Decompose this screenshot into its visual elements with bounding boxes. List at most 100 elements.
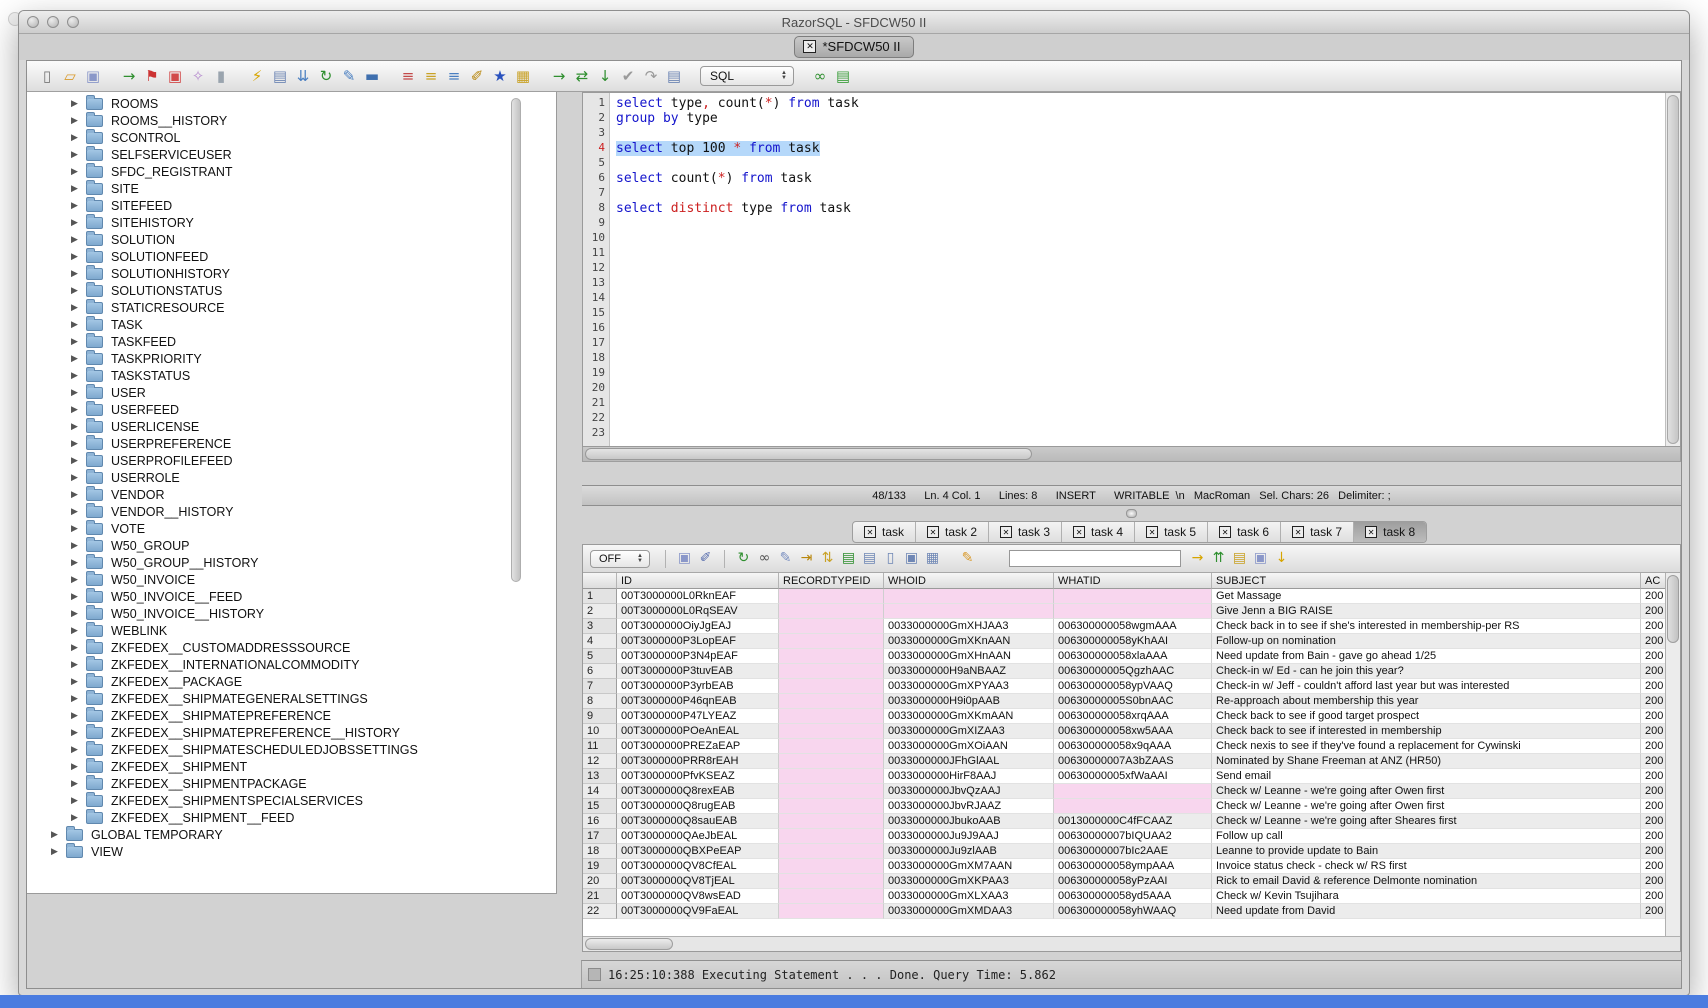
tree-item-zkfedex-customaddresssource[interactable]: ▶ZKFEDEX__CUSTOMADDRESSSOURCE xyxy=(27,639,556,656)
copy-results-icon[interactable]: ▣ xyxy=(902,549,921,568)
disclosure-triangle-icon[interactable]: ▶ xyxy=(71,149,86,160)
tree-item-zkfedex-shipmentspecialservices[interactable]: ▶ZKFEDEX__SHIPMENTSPECIALSERVICES xyxy=(27,792,556,809)
editor-vscroll-thumb[interactable] xyxy=(1667,95,1679,444)
tree-item-vendor[interactable]: ▶VENDOR xyxy=(27,486,556,503)
tab-close-icon[interactable]: ✕ xyxy=(1073,526,1085,538)
disclosure-triangle-icon[interactable]: ▶ xyxy=(71,455,86,466)
edit-sql-icon[interactable]: ✐ xyxy=(467,66,487,86)
code-line[interactable] xyxy=(616,366,1665,381)
disclosure-triangle-icon[interactable]: ▶ xyxy=(71,132,86,143)
tab-close-icon[interactable]: ✕ xyxy=(1292,526,1304,538)
code-line[interactable] xyxy=(616,291,1665,306)
table-row[interactable]: 1500T3000000Q8rugEAB0033000000JbvRJAAZCh… xyxy=(583,799,1665,814)
sort-columns-icon[interactable]: ⇅ xyxy=(818,549,837,568)
tree-item-selfserviceuser[interactable]: ▶SELFSERVICEUSER xyxy=(27,146,556,163)
disclosure-triangle-icon[interactable]: ▶ xyxy=(71,336,86,347)
disclosure-triangle-icon[interactable]: ▶ xyxy=(71,234,86,245)
foreign-key-lookup-icon[interactable]: ⇥ xyxy=(797,549,816,568)
disclosure-triangle-icon[interactable]: ▶ xyxy=(71,98,86,109)
close-window-icon[interactable] xyxy=(27,16,39,28)
tree-item-sfdc-registrant[interactable]: ▶SFDC_REGISTRANT xyxy=(27,163,556,180)
tree-item-userfeed[interactable]: ▶USERFEED xyxy=(27,401,556,418)
disclosure-triangle-icon[interactable]: ▶ xyxy=(71,285,86,296)
title-bar[interactable]: RazorSQL - SFDCW50 II xyxy=(19,11,1689,34)
code-line[interactable] xyxy=(616,351,1665,366)
tree-item-sitefeed[interactable]: ▶SITEFEED xyxy=(27,197,556,214)
view-page-icon[interactable]: ▯ xyxy=(881,549,900,568)
result-tab-task[interactable]: ✕task xyxy=(853,522,915,542)
tab-close-icon[interactable]: ✕ xyxy=(1219,526,1231,538)
column-header-whatid[interactable]: WHATID xyxy=(1054,573,1212,589)
table-row[interactable]: 100T3000000L0RknEAFGet Massage200 xyxy=(583,589,1665,604)
code-line[interactable] xyxy=(616,246,1665,261)
editor-vertical-scrollbar[interactable] xyxy=(1665,93,1680,446)
splitter-grip-icon[interactable] xyxy=(1126,509,1137,518)
disclosure-triangle-icon[interactable]: ▶ xyxy=(71,438,86,449)
describe-icon[interactable]: ▤ xyxy=(270,66,290,86)
edit-cell-icon[interactable]: ✎ xyxy=(776,549,795,568)
tab-close-icon[interactable]: ✕ xyxy=(1146,526,1158,538)
refresh-results-icon[interactable]: ↻ xyxy=(734,549,753,568)
table-row[interactable]: 700T3000000P3yrbEAB0033000000GmXPYAA3006… xyxy=(583,679,1665,694)
tree-item-global-temporary[interactable]: ▶GLOBAL TEMPORARY xyxy=(27,826,556,843)
code-line[interactable] xyxy=(616,156,1665,171)
table-row[interactable]: 400T3000000P3LopEAF0033000000GmXKnAAN006… xyxy=(583,634,1665,649)
code-line[interactable] xyxy=(616,306,1665,321)
sidebar-scrollbar[interactable] xyxy=(511,98,521,582)
row-limit-dropdown[interactable]: OFF ▲▼ xyxy=(590,550,650,568)
disclosure-triangle-icon[interactable]: ▶ xyxy=(71,523,86,534)
save-file-icon[interactable]: ▣ xyxy=(83,66,103,86)
copy-connection-icon[interactable]: ▣ xyxy=(165,66,185,86)
tree-item-solutionfeed[interactable]: ▶SOLUTIONFEED xyxy=(27,248,556,265)
tab-close-icon[interactable]: ✕ xyxy=(1365,526,1377,538)
table-row[interactable]: 2000T3000000QV8TjEAL0033000000GmXKPAA300… xyxy=(583,874,1665,889)
tree-item-zkfedex-package[interactable]: ▶ZKFEDEX__PACKAGE xyxy=(27,673,556,690)
table-row[interactable]: 1600T3000000Q8sauEAB0033000000JbukoAAB00… xyxy=(583,814,1665,829)
tree-item-userrole[interactable]: ▶USERROLE xyxy=(27,469,556,486)
disclosure-triangle-icon[interactable]: ▶ xyxy=(71,642,86,653)
table-row[interactable]: 2100T3000000QV8wsEAD0033000000GmXLXAA300… xyxy=(583,889,1665,904)
table-editor-icon[interactable]: ▦ xyxy=(513,66,533,86)
code-line[interactable] xyxy=(616,381,1665,396)
generate-sql-icon[interactable]: ▤ xyxy=(1230,549,1249,568)
result-tab-task-6[interactable]: ✕task 6 xyxy=(1207,522,1280,542)
table-row[interactable]: 300T3000000OiyJgEAJ0033000000GmXHJAA3006… xyxy=(583,619,1665,634)
code-line[interactable] xyxy=(616,321,1665,336)
execute-lightning-icon[interactable]: ⚡ xyxy=(247,66,267,86)
export-results-icon[interactable]: ⇈ xyxy=(1209,549,1228,568)
table-row[interactable]: 1900T3000000QV8CfEAL0033000000GmXM7AAN00… xyxy=(583,859,1665,874)
vertical-splitter[interactable] xyxy=(557,92,582,952)
execute-fetch-icon[interactable]: ↓ xyxy=(595,66,615,86)
save-data-icon[interactable]: ▣ xyxy=(1251,549,1270,568)
table-row[interactable]: 1100T3000000PREZaEAP0033000000GmXOiAAN00… xyxy=(583,739,1665,754)
refresh-icon[interactable]: ↻ xyxy=(316,66,336,86)
table-row[interactable]: 1800T3000000QBXPeEAP0033000000Ju9zlAAB00… xyxy=(583,844,1665,859)
code-line[interactable] xyxy=(616,261,1665,276)
disclosure-triangle-icon[interactable]: ▶ xyxy=(71,591,86,602)
tab-close-icon[interactable]: ✕ xyxy=(864,526,876,538)
table-row[interactable]: 200T3000000L0RqSEAVGive Jenn a BIG RAISE… xyxy=(583,604,1665,619)
tree-item-zkfedex-shipment-feed[interactable]: ▶ZKFEDEX__SHIPMENT__FEED xyxy=(27,809,556,826)
reload-results-icon[interactable]: ▤ xyxy=(839,549,858,568)
disclosure-triangle-icon[interactable]: ▶ xyxy=(71,574,86,585)
disclosure-triangle-icon[interactable]: ▶ xyxy=(71,489,86,500)
tree-item-solutionstatus[interactable]: ▶SOLUTIONSTATUS xyxy=(27,282,556,299)
indent-icon[interactable]: ≡ xyxy=(444,66,464,86)
describe-table-icon[interactable]: ▤ xyxy=(860,549,879,568)
table-row[interactable]: 500T3000000P3N4pEAF0033000000GmXHnAAN006… xyxy=(583,649,1665,664)
disclosure-triangle-icon[interactable]: ▶ xyxy=(71,115,86,126)
disclosure-triangle-icon[interactable]: ▶ xyxy=(71,557,86,568)
commit-check-icon[interactable]: ✔ xyxy=(618,66,638,86)
table-hscroll-thumb[interactable] xyxy=(585,938,673,950)
disclosure-triangle-icon[interactable]: ▶ xyxy=(71,387,86,398)
edit-table-icon[interactable]: ✎ xyxy=(339,66,359,86)
search-highlight-icon[interactable]: ✎ xyxy=(958,549,977,568)
tree-item-zkfedex-shipmatepreference-history[interactable]: ▶ZKFEDEX__SHIPMATEPREFERENCE__HISTORY xyxy=(27,724,556,741)
table-row[interactable]: 800T3000000P46qnEAB0033000000H9i0pAAB006… xyxy=(583,694,1665,709)
code-line[interactable] xyxy=(616,126,1665,141)
result-tab-task-8[interactable]: ✕task 8 xyxy=(1353,522,1426,542)
tree-item-zkfedex-shipmentpackage[interactable]: ▶ZKFEDEX__SHIPMENTPACKAGE xyxy=(27,775,556,792)
disclosure-triangle-icon[interactable]: ▶ xyxy=(71,744,86,755)
disclosure-triangle-icon[interactable]: ▶ xyxy=(71,319,86,330)
minimize-window-icon[interactable] xyxy=(47,16,59,28)
